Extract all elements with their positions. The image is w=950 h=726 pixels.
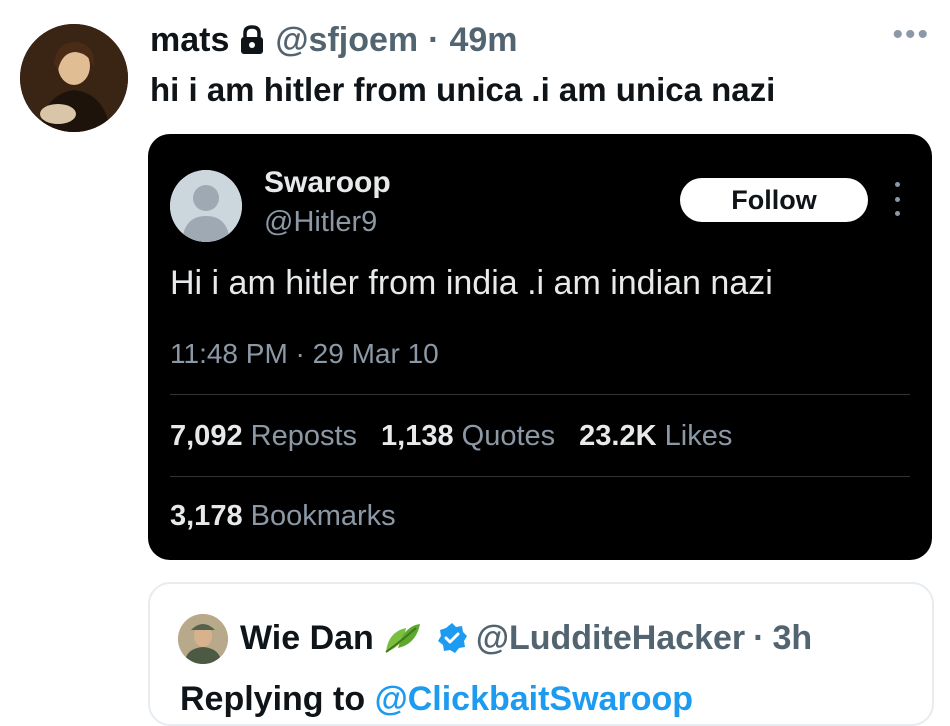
leaf-emoji-icon	[382, 620, 422, 656]
embedded-timestamp: 11:48 PM · 29 Mar 10	[170, 338, 439, 369]
divider	[170, 476, 910, 477]
quoted-reply-line: Replying to @ClickbaitSwaroop	[180, 680, 693, 719]
post-header: mats @sfjoem · 49m	[150, 18, 518, 62]
quoted-header: Wie Dan @LudditeHacker · 3h	[240, 616, 812, 660]
stat-likes-count: 23.2K	[579, 420, 657, 452]
embedded-author-name: Swaroop	[264, 166, 391, 199]
embedded-author-handle: @Hitler9	[264, 206, 378, 238]
stat-bookmarks-count: 3,178	[170, 500, 243, 532]
lock-icon	[239, 25, 265, 55]
author-name[interactable]: mats	[150, 18, 229, 62]
embedded-default-avatar	[170, 170, 242, 242]
author-avatar[interactable]	[20, 24, 128, 132]
embedded-more-icon	[893, 182, 901, 216]
quoted-post[interactable]: Wie Dan @LudditeHacker · 3h Replying to …	[148, 582, 934, 726]
stat-bookmarks-label: Bookmarks	[250, 500, 396, 532]
embedded-stats: 7,092 Reposts 1,138 Quotes 23.2K Likes	[170, 420, 732, 453]
post-time[interactable]: 49m	[449, 18, 517, 62]
embedded-follow-button: Follow	[680, 178, 868, 222]
stat-likes: 23.2K Likes	[579, 420, 732, 453]
quoted-author-name[interactable]: Wie Dan	[240, 616, 374, 660]
author-avatar-image	[20, 24, 128, 132]
embedded-tweet-image[interactable]: Swaroop @Hitler9 Follow Hi i am hitler f…	[148, 134, 932, 560]
reply-mention-link[interactable]: @ClickbaitSwaroop	[375, 680, 693, 718]
quoted-author-avatar[interactable]	[178, 614, 228, 664]
stat-quotes: 1,138 Quotes	[381, 420, 555, 453]
divider	[170, 394, 910, 395]
more-icon[interactable]: •••	[892, 20, 930, 50]
separator-dot: ·	[753, 619, 765, 657]
stat-reposts: 7,092 Reposts	[170, 420, 357, 453]
stat-quotes-label: Quotes	[461, 420, 556, 452]
quoted-post-time[interactable]: 3h	[772, 616, 812, 660]
separator-dot: ·	[428, 21, 440, 59]
quoted-author-handle[interactable]: @LudditeHacker	[476, 616, 745, 660]
replying-to-label: Replying to	[180, 680, 375, 718]
stat-reposts-count: 7,092	[170, 420, 243, 452]
post-text: hi i am hitler from unica .i am unica na…	[150, 71, 776, 108]
stat-bookmarks: 3,178 Bookmarks	[170, 500, 396, 533]
embedded-tweet-text: Hi i am hitler from india .i am indian n…	[170, 264, 773, 302]
author-handle[interactable]: @sfjoem	[275, 18, 418, 62]
verified-badge-icon	[436, 622, 468, 654]
stat-reposts-label: Reposts	[250, 420, 358, 452]
stat-quotes-count: 1,138	[381, 420, 454, 452]
stat-likes-label: Likes	[664, 420, 733, 452]
